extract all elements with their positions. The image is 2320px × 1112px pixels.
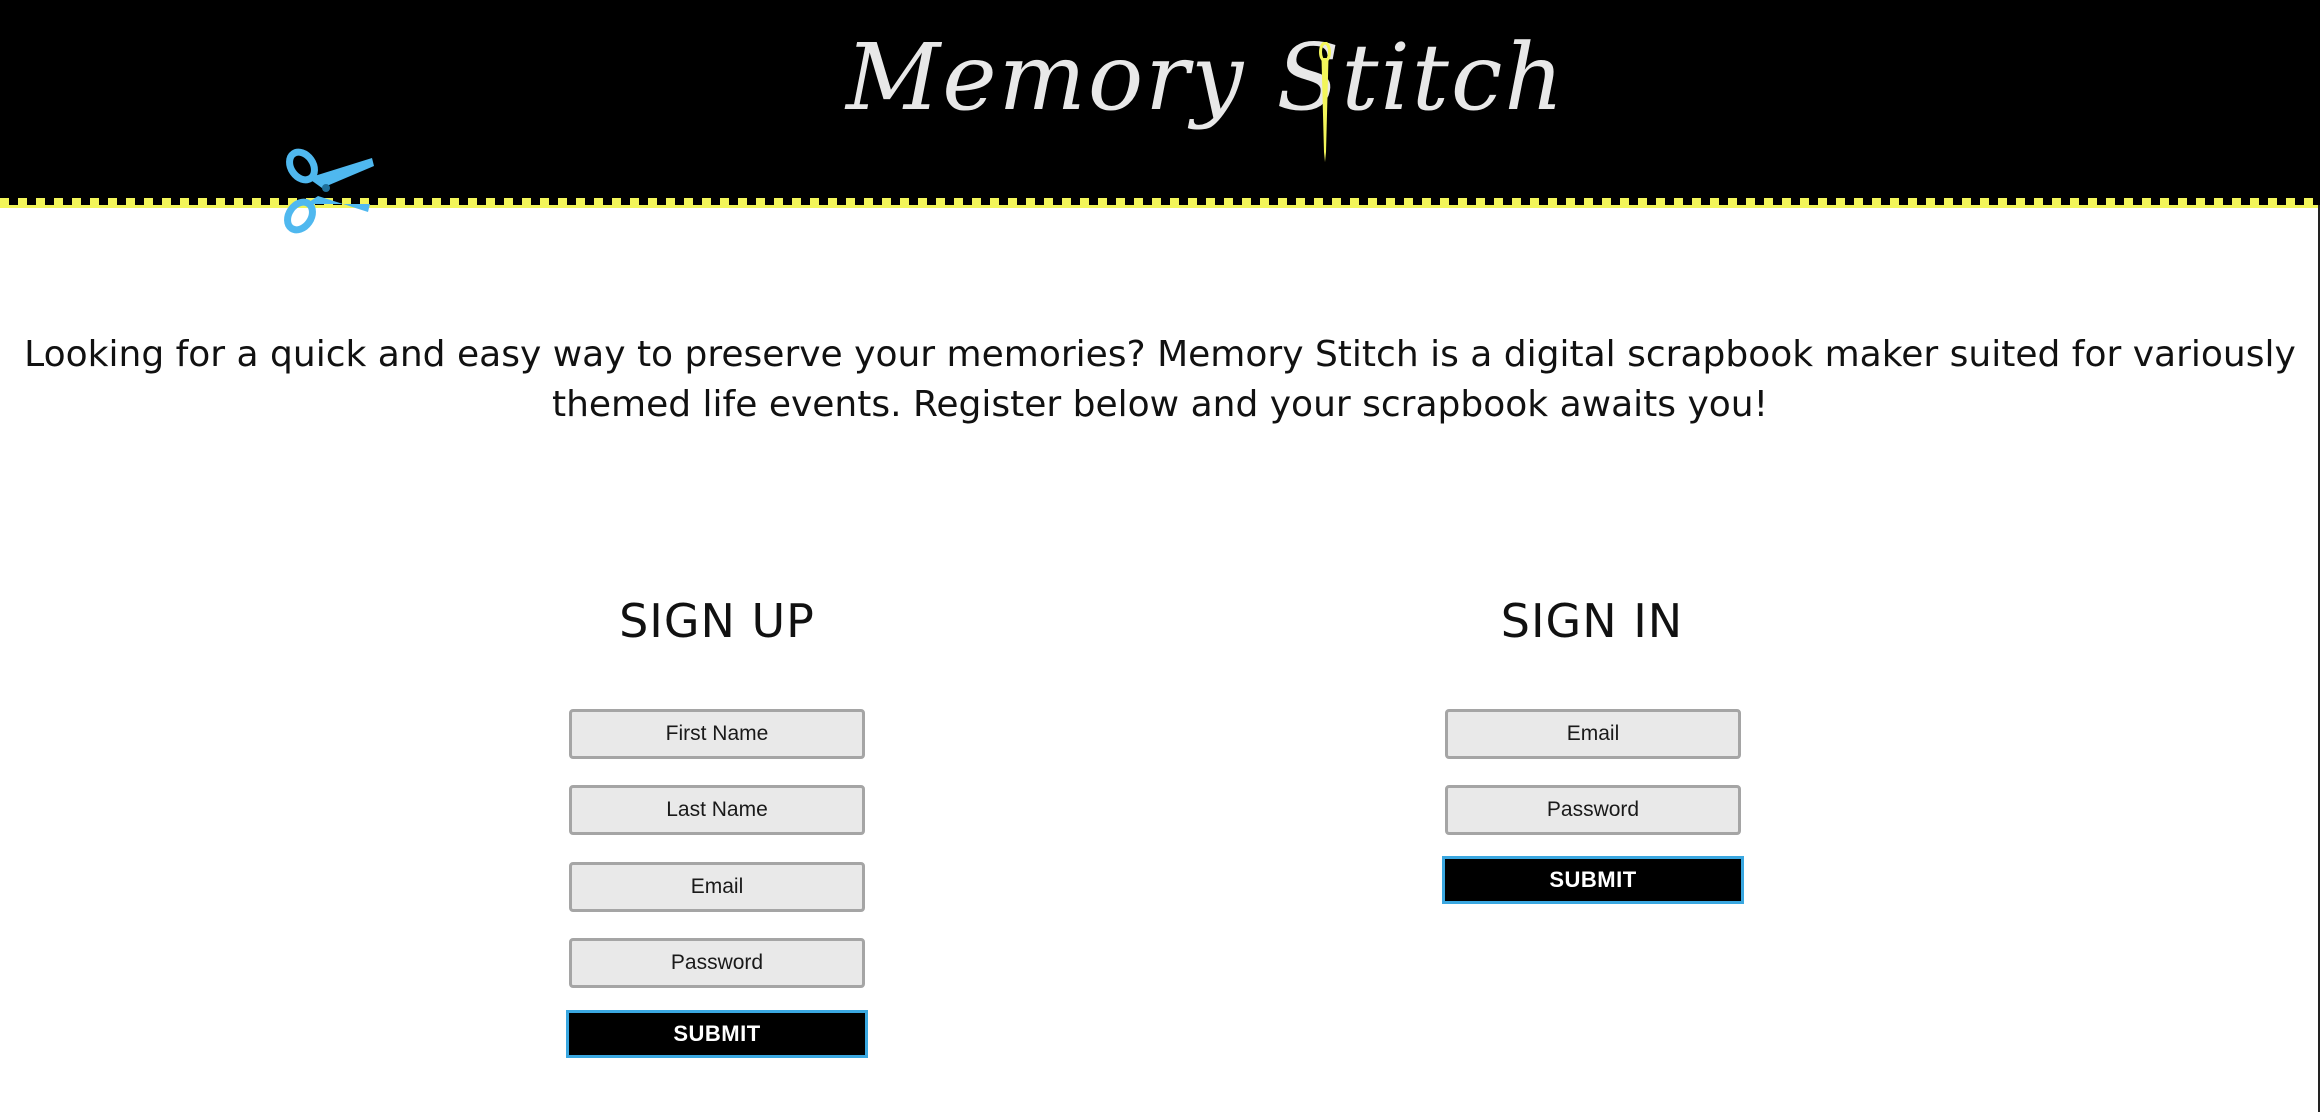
signup-submit-button[interactable]: SUBMIT — [566, 1010, 868, 1058]
signup-email-input[interactable] — [569, 862, 865, 912]
signin-title: SIGN IN — [1500, 594, 1684, 648]
site-logo[interactable]: Memory Stitch — [846, 24, 1564, 174]
logo-text: Memory Stitch — [846, 24, 1566, 131]
intro-text: Looking for a quick and easy way to pres… — [24, 334, 2296, 425]
signin-submit-button[interactable]: SUBMIT — [1442, 856, 1744, 904]
signup-last-name-input[interactable] — [569, 785, 865, 835]
scissors-icon — [284, 148, 374, 234]
signin-password-input[interactable] — [1445, 785, 1741, 835]
signup-first-name-input[interactable] — [569, 709, 865, 759]
needle-icon — [1319, 42, 1331, 162]
signin-email-input[interactable] — [1445, 709, 1741, 759]
signup-password-input[interactable] — [569, 938, 865, 988]
signup-title: SIGN UP — [619, 594, 815, 648]
